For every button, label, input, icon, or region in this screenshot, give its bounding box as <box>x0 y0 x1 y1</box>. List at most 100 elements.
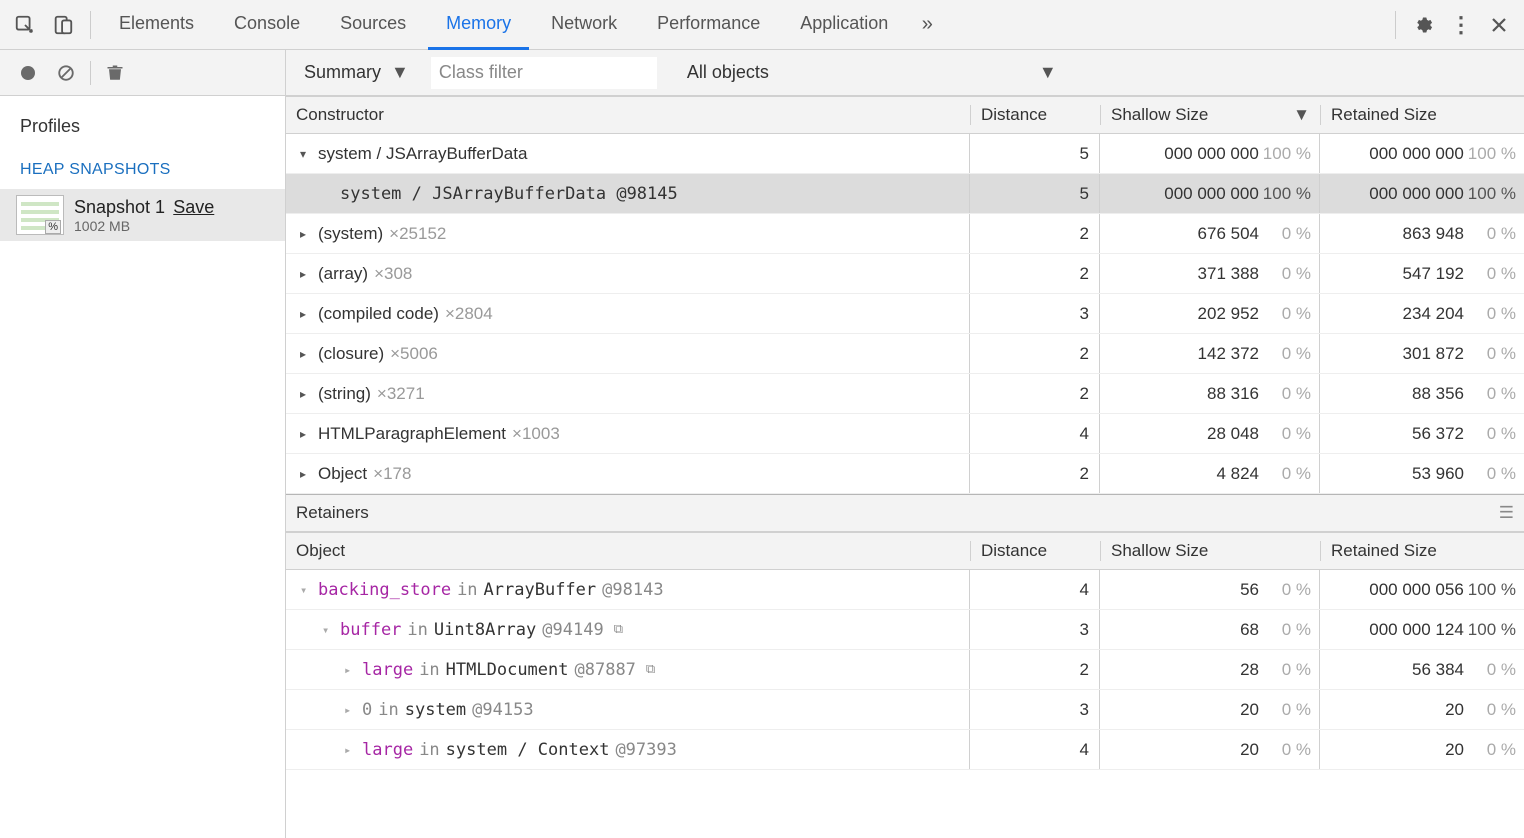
shallow-size-cell: 4 8240 % <box>1100 454 1320 493</box>
retainers-grid: ▾backing_store in ArrayBuffer @981434560… <box>286 570 1524 770</box>
object-address: @87887 <box>575 660 636 680</box>
distance-cell: 3 <box>970 610 1100 649</box>
shallow-size-cell: 202 9520 % <box>1100 294 1320 333</box>
disclosure-icon[interactable]: ▸ <box>300 427 312 441</box>
retainer-row[interactable]: ▾backing_store in ArrayBuffer @981434560… <box>286 570 1524 610</box>
constructor-row[interactable]: ▸(system) ×251522676 5040 %863 9480 % <box>286 214 1524 254</box>
constructor-row[interactable]: ▸(closure) ×50062142 3720 %301 8720 % <box>286 334 1524 374</box>
retainer-type: ArrayBuffer <box>484 580 597 600</box>
col-object[interactable]: Object <box>286 541 970 561</box>
shallow-size-cell: 200 % <box>1100 690 1320 729</box>
disclosure-icon[interactable]: ▸ <box>300 267 312 281</box>
instance-count: ×3271 <box>377 384 425 404</box>
tab-memory[interactable]: Memory <box>428 0 529 50</box>
shallow-size-cell: 680 % <box>1100 610 1320 649</box>
distance-cell: 2 <box>970 334 1100 373</box>
profiles-sidebar: Profiles HEAP SNAPSHOTS Snapshot 1 Save … <box>0 96 286 838</box>
retainer-row[interactable]: ▸large in HTMLDocument @87887 ⧉2280 %56 … <box>286 650 1524 690</box>
disclosure-icon[interactable]: ▸ <box>300 227 312 241</box>
separator <box>90 61 91 85</box>
retainers-bar[interactable]: Retainers ☰ <box>286 494 1524 532</box>
memory-toolbar: Summary ▼ All objects ▼ <box>0 50 1524 96</box>
shallow-size-cell: 88 3160 % <box>1100 374 1320 413</box>
disclosure-icon[interactable]: ▸ <box>344 703 356 717</box>
tab-elements[interactable]: Elements <box>101 0 212 50</box>
heap-snapshots-category[interactable]: HEAP SNAPSHOTS <box>0 155 285 189</box>
col-distance[interactable]: Distance <box>970 541 1100 561</box>
scope-select[interactable]: All objects ▼ <box>679 58 1065 87</box>
tab-network[interactable]: Network <box>533 0 635 50</box>
more-tabs-icon[interactable]: » <box>910 8 944 42</box>
retainer-property: large <box>362 740 413 760</box>
retainers-menu-icon[interactable]: ☰ <box>1499 503 1514 523</box>
col-retained[interactable]: Retained Size <box>1320 541 1524 561</box>
disclosure-icon[interactable]: ▸ <box>300 307 312 321</box>
retained-size-cell: 56 3840 % <box>1320 650 1524 689</box>
disclosure-icon[interactable]: ▾ <box>300 147 312 161</box>
in-keyword: in <box>419 740 439 760</box>
distance-cell: 2 <box>970 374 1100 413</box>
close-devtools-icon[interactable] <box>1482 8 1516 42</box>
retainer-type: Uint8Array <box>434 620 536 640</box>
device-toggle-icon[interactable] <box>46 8 80 42</box>
trash-icon[interactable] <box>101 59 129 87</box>
retainer-property: 0 <box>362 700 372 720</box>
col-retained[interactable]: Retained Size <box>1320 105 1524 125</box>
instance-count: ×178 <box>373 464 411 484</box>
disclosure-icon[interactable]: ▸ <box>300 347 312 361</box>
retained-size-cell: 000 000 124100 % <box>1320 610 1524 649</box>
separator <box>90 11 91 39</box>
constructor-row[interactable]: system / JSArrayBufferData @981455000 00… <box>286 174 1524 214</box>
snapshot-save-link[interactable]: Save <box>173 197 214 217</box>
distance-cell: 4 <box>970 414 1100 453</box>
retainer-type: system <box>405 700 466 720</box>
disclosure-icon[interactable]: ▸ <box>300 467 312 481</box>
disclosure-icon[interactable]: ▸ <box>344 743 356 757</box>
constructor-row[interactable]: ▸Object ×17824 8240 %53 9600 % <box>286 454 1524 494</box>
in-keyword: in <box>419 660 439 680</box>
tab-performance[interactable]: Performance <box>639 0 778 50</box>
constructor-row[interactable]: ▾system / JSArrayBufferData5000 000 0001… <box>286 134 1524 174</box>
distance-cell: 5 <box>970 174 1100 213</box>
tab-application[interactable]: Application <box>782 0 906 50</box>
retained-size-cell: 200 % <box>1320 730 1524 769</box>
class-filter-input[interactable] <box>431 57 657 89</box>
settings-icon[interactable] <box>1406 8 1440 42</box>
in-keyword: in <box>378 700 398 720</box>
distance-cell: 2 <box>970 214 1100 253</box>
constructor-name: (system) <box>318 224 383 244</box>
retained-size-cell: 56 3720 % <box>1320 414 1524 453</box>
disclosure-icon[interactable]: ▸ <box>300 387 312 401</box>
constructor-row[interactable]: ▸(string) ×3271288 3160 %88 3560 % <box>286 374 1524 414</box>
view-select[interactable]: Summary ▼ <box>296 58 417 87</box>
col-shallow[interactable]: Shallow Size ▼ <box>1100 105 1320 125</box>
profiles-heading: Profiles <box>0 110 285 155</box>
col-shallow[interactable]: Shallow Size <box>1100 541 1320 561</box>
tab-sources[interactable]: Sources <box>322 0 424 50</box>
record-icon[interactable] <box>14 59 42 87</box>
kebab-menu-icon[interactable]: ⋮ <box>1444 8 1478 42</box>
col-distance[interactable]: Distance <box>970 105 1100 125</box>
open-in-panel-icon[interactable]: ⧉ <box>646 662 655 677</box>
constructor-row[interactable]: ▸(array) ×3082371 3880 %547 1920 % <box>286 254 1524 294</box>
heap-snapshot-main: Constructor Distance Shallow Size ▼ Reta… <box>286 96 1524 838</box>
retained-size-cell: 301 8720 % <box>1320 334 1524 373</box>
retainer-row[interactable]: ▾buffer in Uint8Array @94149 ⧉3680 %000 … <box>286 610 1524 650</box>
col-constructor[interactable]: Constructor <box>286 105 970 125</box>
disclosure-icon[interactable]: ▸ <box>344 663 356 677</box>
inspect-icon[interactable] <box>8 8 42 42</box>
retainer-property: large <box>362 660 413 680</box>
retainer-row[interactable]: ▸0 in system @941533200 %200 % <box>286 690 1524 730</box>
retainer-type: system / Context <box>446 740 610 760</box>
constructor-row[interactable]: ▸HTMLParagraphElement ×1003428 0480 %56 … <box>286 414 1524 454</box>
disclosure-icon[interactable]: ▾ <box>322 623 334 637</box>
chevron-down-icon: ▼ <box>1039 62 1057 83</box>
constructor-name: (array) <box>318 264 368 284</box>
disclosure-icon[interactable]: ▾ <box>300 583 312 597</box>
retainer-row[interactable]: ▸large in system / Context @973934200 %2… <box>286 730 1524 770</box>
clear-icon[interactable] <box>52 59 80 87</box>
tab-console[interactable]: Console <box>216 0 318 50</box>
constructor-row[interactable]: ▸(compiled code) ×28043202 9520 %234 204… <box>286 294 1524 334</box>
snapshot-item[interactable]: Snapshot 1 Save 1002 MB <box>0 189 285 241</box>
open-in-panel-icon[interactable]: ⧉ <box>614 622 623 637</box>
